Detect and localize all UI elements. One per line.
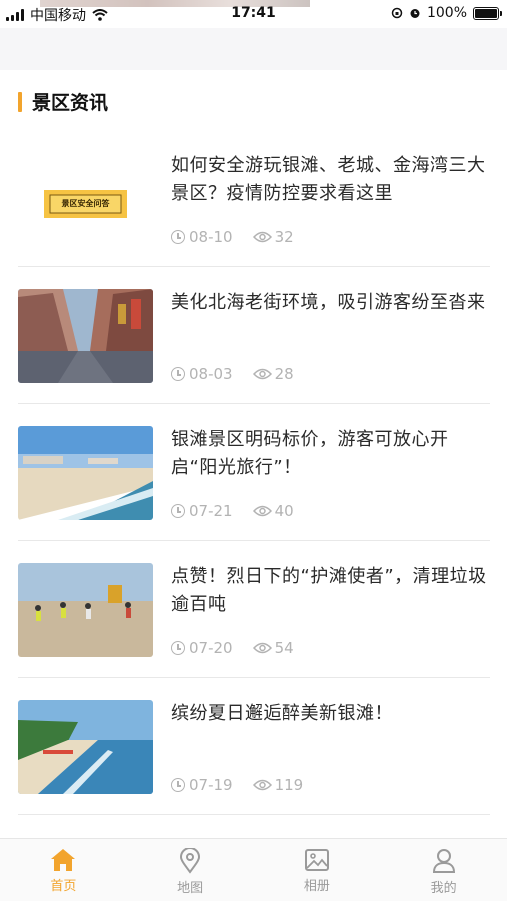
news-title: 银滩景区明码标价，游客可放心开启“阳光旅行”！ (171, 429, 449, 478)
section-header: 景区资讯 (18, 88, 108, 115)
eye-icon (252, 368, 272, 380)
news-item[interactable]: 缤纷夏日邂逅醉美新银滩！ 07-19 119 (18, 678, 490, 815)
clock-icon (171, 641, 185, 655)
news-item[interactable]: 景区安全问答 如何安全游玩银滩、老城、金海湾三大景区？疫情防控要求看这里 08-… (18, 130, 490, 267)
clock-icon (171, 504, 185, 518)
battery-percent: 100% (426, 5, 467, 21)
news-date: 08-10 (189, 228, 233, 246)
news-item[interactable]: 点赞！烈日下的“护滩使者”，清理垃圾逾百吨 07-20 54 (18, 541, 490, 678)
eye-icon (252, 779, 272, 791)
tab-profile-label: 我的 (430, 881, 457, 896)
news-views: 32 (274, 228, 294, 246)
rotation-lock-icon (391, 7, 403, 19)
battery-icon (473, 6, 502, 20)
news-list: 景区安全问答 如何安全游玩银滩、老城、金海湾三大景区？疫情防控要求看这里 08-… (18, 130, 490, 815)
status-bar: 中国移动 17:41 100% (0, 0, 507, 28)
tab-profile[interactable]: 我的 (380, 839, 507, 901)
news-title: 缤纷夏日邂逅醉美新银滩！ (171, 703, 393, 724)
tab-album-label: 相册 (303, 879, 330, 894)
news-thumbnail (18, 700, 153, 794)
news-title: 点赞！烈日下的“护滩使者”，清理垃圾逾百吨 (171, 566, 487, 615)
album-icon (304, 849, 329, 871)
thumbnail-badge-text: 景区安全问答 (61, 199, 110, 208)
tab-home[interactable]: 首页 (0, 839, 127, 901)
tab-album[interactable]: 相册 (254, 839, 381, 901)
home-icon (51, 849, 76, 871)
section-title: 景区资讯 (32, 92, 109, 114)
header-strip (0, 28, 507, 70)
map-pin-icon (180, 848, 201, 874)
news-thumbnail (18, 426, 153, 520)
news-title: 如何安全游玩银滩、老城、金海湾三大景区？疫情防控要求看这里 (171, 155, 486, 204)
eye-icon (252, 642, 272, 654)
news-date: 07-21 (189, 502, 233, 520)
news-meta: 07-20 54 (171, 639, 294, 657)
news-thumbnail (18, 289, 153, 383)
news-date: 07-20 (189, 639, 233, 657)
bottom-tab-bar: 首页 地图 相册 我的 (0, 838, 507, 901)
clock-icon (171, 367, 185, 381)
news-item[interactable]: 美化北海老街环境，吸引游客纷至沓来 08-03 28 (18, 267, 490, 404)
tab-map[interactable]: 地图 (127, 839, 254, 901)
news-meta: 07-19 119 (171, 776, 303, 794)
tab-home-label: 首页 (50, 879, 77, 894)
eye-icon (252, 231, 272, 243)
news-date: 07-19 (189, 776, 233, 794)
news-item[interactable]: 银滩景区明码标价，游客可放心开启“阳光旅行”！ 07-21 40 (18, 404, 490, 541)
news-views: 28 (274, 365, 294, 383)
news-views: 40 (274, 502, 294, 520)
news-views: 54 (274, 639, 294, 657)
news-thumbnail: 景区安全问答 (18, 152, 153, 246)
tab-map-label: 地图 (177, 881, 204, 896)
news-meta: 08-10 32 (171, 228, 294, 246)
clock-icon (171, 778, 185, 792)
alarm-icon (410, 9, 420, 18)
news-meta: 08-03 28 (171, 365, 294, 383)
news-meta: 07-21 40 (171, 502, 294, 520)
eye-icon (252, 505, 272, 517)
news-views: 119 (274, 776, 304, 794)
section-accent-bar (18, 91, 22, 112)
news-title: 美化北海老街环境，吸引游客纷至沓来 (171, 292, 486, 313)
news-date: 08-03 (189, 365, 233, 383)
profile-icon (432, 849, 455, 873)
news-thumbnail (18, 563, 153, 657)
clock-icon (171, 230, 185, 244)
